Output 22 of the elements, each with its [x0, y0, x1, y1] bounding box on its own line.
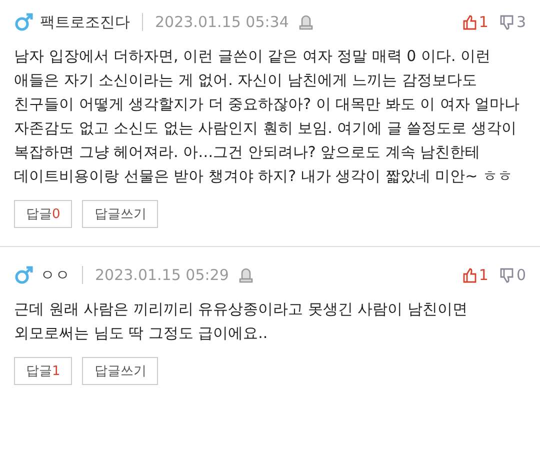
comment-text: 근데 원래 사람은 끼리끼리 유유상종이라고 못생긴 사람이 남친이면 외모로써는 님도 딱 그정도 급이에요..: [14, 299, 468, 344]
siren-icon[interactable]: [238, 267, 253, 283]
like-count: 1: [478, 13, 488, 31]
write-reply-button[interactable]: 답글쓰기: [82, 357, 158, 385]
like-count: 1: [478, 266, 488, 284]
male-icon: [14, 12, 34, 32]
dislike-count: 3: [516, 13, 526, 31]
thumbs-down-icon[interactable]: [500, 268, 514, 282]
comment-time: 2023.01.15 05:29: [95, 266, 229, 284]
replies-button[interactable]: 답글0: [14, 200, 72, 228]
thumbs-down-icon[interactable]: [500, 14, 514, 30]
author-name[interactable]: ㅇㅇ: [40, 266, 70, 284]
male-icon: [14, 265, 34, 285]
dislike-count: 0: [516, 266, 526, 284]
write-reply-button[interactable]: 답글쓰기: [82, 200, 158, 228]
author-name[interactable]: 팩트로조진다: [40, 12, 130, 32]
comment-time: 2023.01.15 05:34: [155, 13, 289, 31]
comment-text: 남자 입장에서 더하자면, 이런 글쓴이 같은 여자 정말 매력 0 이다. 이런 애들은 자기 소신이라는 게 없어. 자신이 남친에게 느끼는 감정보다도 친구들이 어떻게 생각할지가 더 중요하잖아? 이 대목만 봐도 이 여자 얼마나 자존감도 없고 소신도 없는 사람인지 훤히 보임. 여기에 글 쓸정도로 생각이 복잡하면 그냥 헤어져라. 아…그건 안되려나? 앞으로도 계속 남친한테 데이트비용이랑 선물은 받아 챙겨야 하지? 내가 생각이 짧았네 미안~ ㅎㅎ: [14, 46, 521, 187]
replies-button[interactable]: 답글1: [14, 357, 72, 385]
thumbs-up-icon[interactable]: [462, 268, 477, 282]
siren-icon[interactable]: [298, 14, 313, 30]
thumbs-up-icon[interactable]: [462, 14, 477, 30]
